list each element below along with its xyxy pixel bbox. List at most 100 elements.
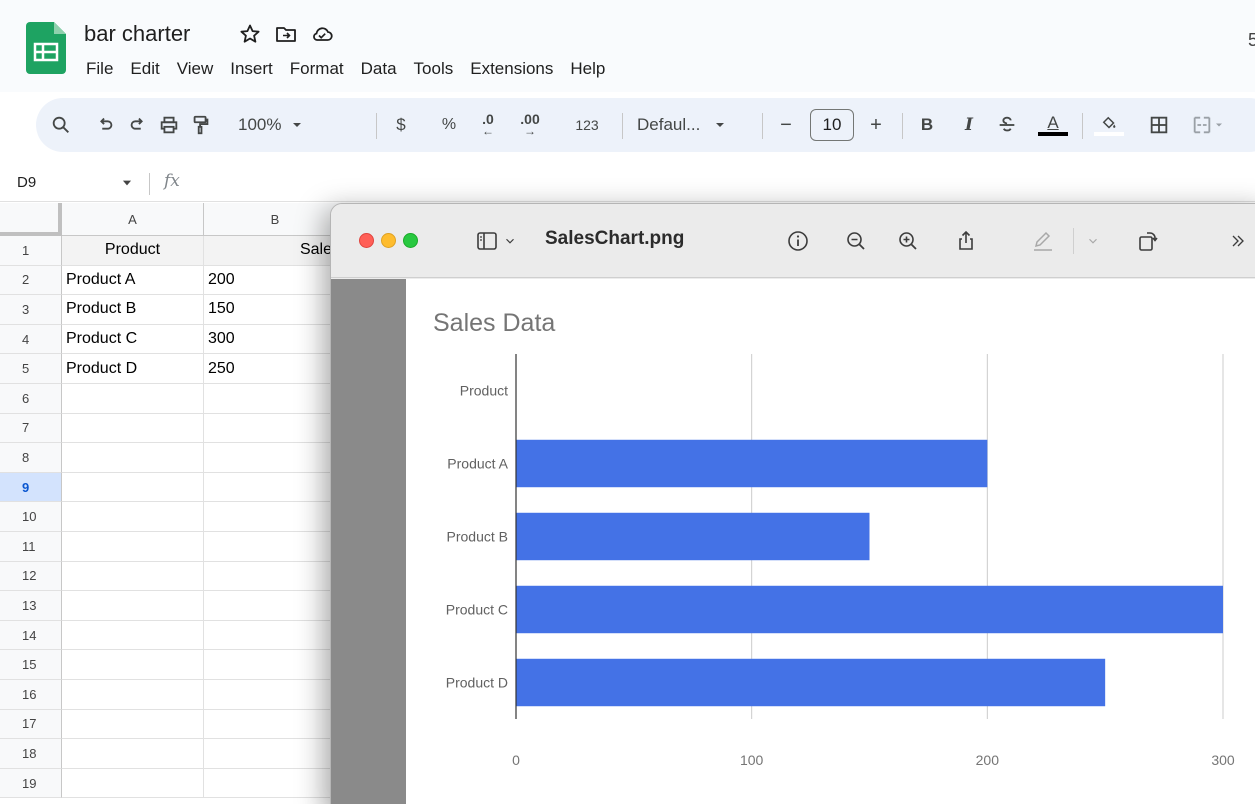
cell-b15[interactable] <box>204 650 347 680</box>
row-header-3[interactable]: 3 <box>0 295 62 325</box>
percent-format-button[interactable]: % <box>436 98 462 152</box>
cell-b11[interactable] <box>204 532 347 562</box>
rotate-button[interactable] <box>1131 226 1165 256</box>
share-button[interactable] <box>951 226 981 256</box>
cell-b6[interactable] <box>204 384 347 414</box>
search-menus-button[interactable] <box>46 98 76 152</box>
select-all-corner[interactable] <box>0 203 62 236</box>
bold-button[interactable]: B <box>916 98 938 152</box>
cell-a5[interactable]: Product D <box>62 354 204 384</box>
menu-format[interactable]: Format <box>290 58 352 80</box>
row-header-1[interactable]: 1 <box>0 236 62 266</box>
name-box[interactable]: D9 <box>17 174 36 191</box>
cell-b1[interactable]: Sales <box>204 236 347 266</box>
cell-a10[interactable] <box>62 502 204 532</box>
zoom-in-button[interactable] <box>893 226 923 256</box>
cell-a19[interactable] <box>62 768 204 799</box>
borders-button[interactable] <box>1146 98 1172 152</box>
undo-button[interactable] <box>90 98 120 152</box>
cell-a16[interactable] <box>62 680 204 710</box>
cell-a15[interactable] <box>62 650 204 680</box>
cell-a7[interactable] <box>62 413 204 444</box>
cell-b13[interactable] <box>204 591 347 621</box>
document-title[interactable]: bar charter <box>84 21 190 47</box>
cell-a11[interactable] <box>62 532 204 562</box>
currency-format-button[interactable]: $ <box>390 98 412 152</box>
cell-a14[interactable] <box>62 620 204 651</box>
text-color-button[interactable]: A <box>1036 98 1070 152</box>
cell-a13[interactable] <box>62 591 204 621</box>
more-tools-button[interactable] <box>1225 226 1251 256</box>
merge-cells-button[interactable] <box>1188 98 1228 152</box>
column-header-a[interactable]: A <box>62 203 204 236</box>
row-header-14[interactable]: 14 <box>0 620 62 651</box>
row-header-18[interactable]: 18 <box>0 739 62 769</box>
markup-options-button[interactable] <box>1083 226 1103 256</box>
more-formats-button[interactable]: 123 <box>566 98 608 152</box>
row-header-2[interactable]: 2 <box>0 265 62 296</box>
cell-a1[interactable]: Product <box>62 236 204 266</box>
row-header-12[interactable]: 12 <box>0 561 62 592</box>
chevron-down-icon[interactable] <box>120 176 134 190</box>
row-header-7[interactable]: 7 <box>0 413 62 444</box>
cell-a2[interactable]: Product A <box>62 265 204 296</box>
close-window-button[interactable] <box>359 233 374 248</box>
cell-b19[interactable] <box>204 768 347 799</box>
menu-data[interactable]: Data <box>361 58 405 80</box>
markup-button[interactable] <box>1027 226 1059 256</box>
column-header-b[interactable]: B <box>204 203 347 236</box>
paint-format-button[interactable] <box>186 98 216 152</box>
row-header-13[interactable]: 13 <box>0 591 62 621</box>
cell-b3[interactable]: 150 <box>204 295 347 325</box>
cell-a12[interactable] <box>62 561 204 592</box>
cell-a4[interactable]: Product C <box>62 324 204 355</box>
cloud-saved-icon[interactable] <box>310 22 334 46</box>
redo-button[interactable] <box>123 98 153 152</box>
zoom-select[interactable]: 100% <box>238 98 308 152</box>
move-to-folder-icon[interactable] <box>274 22 298 46</box>
menu-help[interactable]: Help <box>570 58 613 80</box>
zoom-window-button[interactable] <box>403 233 418 248</box>
cell-b9[interactable] <box>204 472 347 503</box>
cell-b5[interactable]: 250 <box>204 354 347 384</box>
print-button[interactable] <box>154 98 184 152</box>
menu-insert[interactable]: Insert <box>230 58 281 80</box>
row-header-19[interactable]: 19 <box>0 768 62 799</box>
cell-b18[interactable] <box>204 739 347 769</box>
row-header-6[interactable]: 6 <box>0 384 62 414</box>
row-header-11[interactable]: 11 <box>0 532 62 562</box>
minimize-window-button[interactable] <box>381 233 396 248</box>
row-header-5[interactable]: 5 <box>0 354 62 384</box>
menu-edit[interactable]: Edit <box>130 58 167 80</box>
cell-b17[interactable] <box>204 709 347 740</box>
font-size-input[interactable]: 10 <box>810 109 854 141</box>
menu-file[interactable]: File <box>86 58 121 80</box>
cell-b16[interactable] <box>204 680 347 710</box>
cell-b12[interactable] <box>204 561 347 592</box>
row-header-9[interactable]: 9 <box>0 472 62 503</box>
increase-decimal-button[interactable]: .00 → <box>512 98 548 152</box>
sidebar-toggle-button[interactable] <box>471 226 521 256</box>
menu-extensions[interactable]: Extensions <box>470 58 561 80</box>
decrease-font-size-button[interactable]: − <box>774 98 798 152</box>
fill-color-button[interactable] <box>1092 98 1126 152</box>
menu-tools[interactable]: Tools <box>414 58 462 80</box>
cell-b14[interactable] <box>204 620 347 651</box>
zoom-out-button[interactable] <box>841 226 871 256</box>
cell-b4[interactable]: 300 <box>204 324 347 355</box>
cell-b2[interactable]: 200 <box>204 265 347 296</box>
sheets-logo-icon[interactable] <box>26 22 66 74</box>
cell-b7[interactable] <box>204 413 347 444</box>
inspector-button[interactable] <box>783 226 813 256</box>
row-header-15[interactable]: 15 <box>0 650 62 680</box>
cell-b8[interactable] <box>204 443 347 473</box>
menu-view[interactable]: View <box>177 58 222 80</box>
increase-font-size-button[interactable]: + <box>864 98 888 152</box>
font-select[interactable]: Defaul... <box>637 98 747 152</box>
italic-button[interactable]: I <box>958 98 980 152</box>
row-header-16[interactable]: 16 <box>0 680 62 710</box>
cell-a17[interactable] <box>62 709 204 740</box>
decrease-decimal-button[interactable]: .0 ← <box>472 98 504 152</box>
row-header-17[interactable]: 17 <box>0 709 62 740</box>
cell-a9[interactable] <box>62 472 204 503</box>
